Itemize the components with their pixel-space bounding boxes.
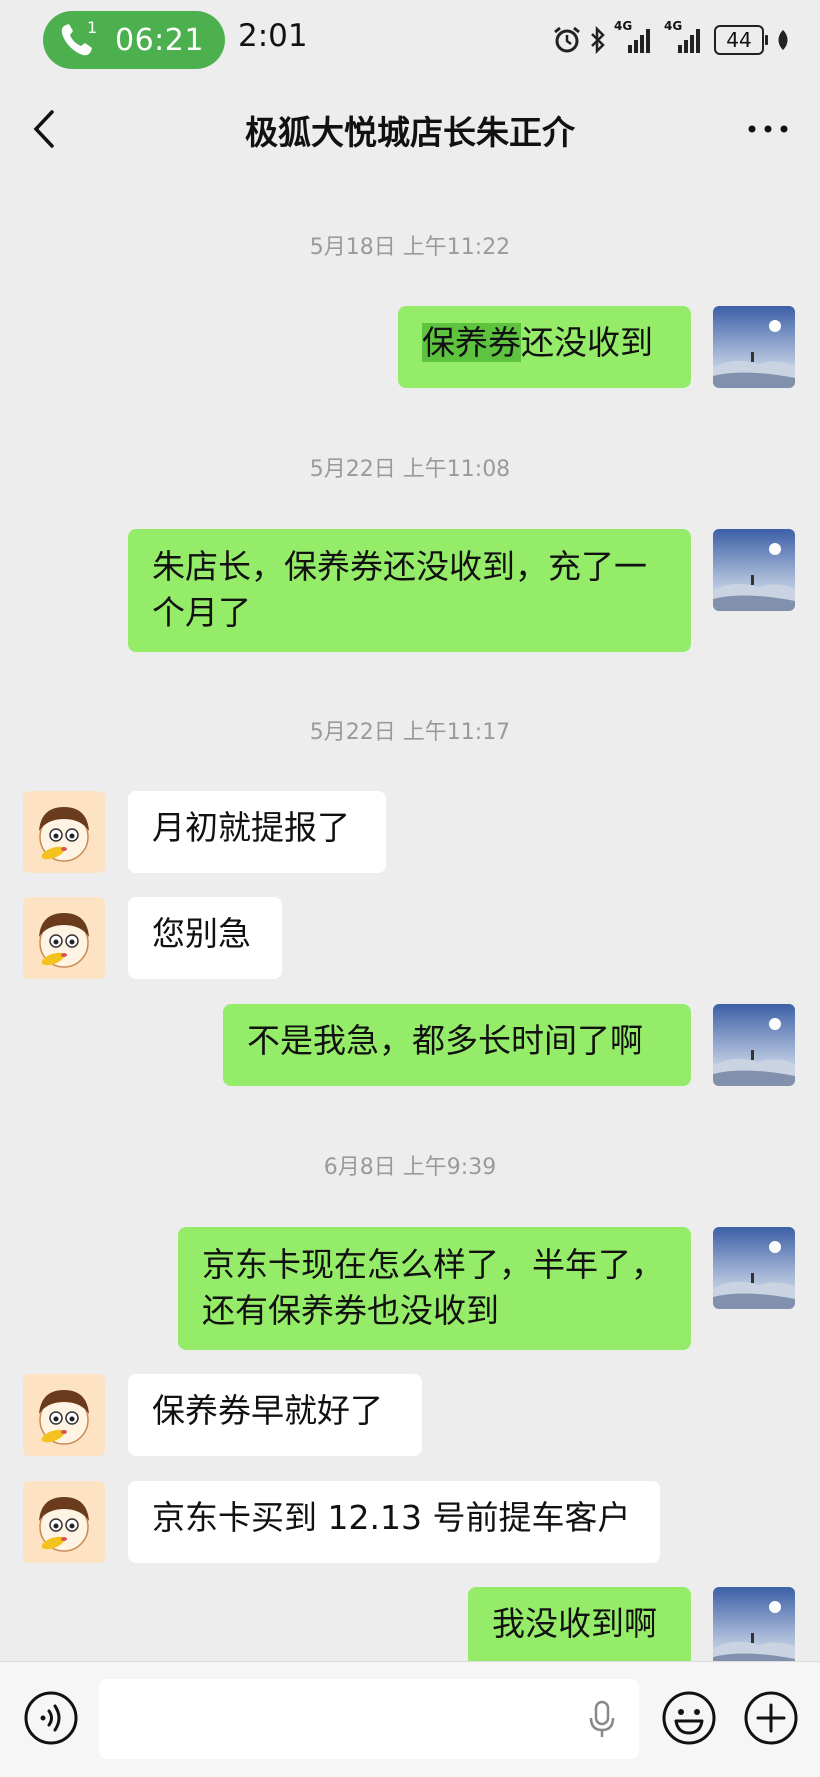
more-options-button[interactable] — [746, 118, 790, 140]
message-timestamp: 5月18日 上午11:22 — [309, 235, 511, 260]
contact-avatar[interactable] — [23, 791, 105, 873]
highlighted-text: 保养券 — [422, 323, 521, 362]
sent-message-bubble[interactable]: 京东卡现在怎么样了，半年了， 还有保养券也没收到 — [178, 1227, 691, 1350]
sent-message-bubble[interactable]: 朱店长，保养券还没收到，充了一 个月了 — [128, 529, 691, 652]
my-avatar[interactable] — [713, 1587, 795, 1669]
plus-icon — [744, 1691, 798, 1745]
my-avatar[interactable] — [713, 1227, 795, 1309]
phone-call-icon: 1 — [57, 18, 98, 60]
signal-icon-1: 4G — [614, 19, 658, 55]
sent-message-bubble[interactable]: 我没收到啊 — [468, 1587, 691, 1669]
sent-message-bubble[interactable]: 不是我急，都多长时间了啊 — [223, 1004, 691, 1086]
emoji-button[interactable] — [661, 1690, 717, 1746]
call-timer: 06:21 — [115, 22, 204, 58]
received-message-bubble[interactable]: 您别急 — [128, 897, 282, 979]
leaf-icon — [776, 28, 790, 52]
contact-avatar[interactable] — [23, 897, 105, 979]
my-avatar[interactable] — [713, 306, 795, 388]
message-timestamp: 5月22日 上午11:08 — [309, 457, 511, 482]
more-actions-button[interactable] — [743, 1690, 799, 1746]
message-timestamp: 5月22日 上午11:17 — [309, 720, 511, 745]
my-avatar[interactable] — [713, 1004, 795, 1086]
contact-avatar[interactable] — [23, 1374, 105, 1456]
contact-avatar[interactable] — [23, 1481, 105, 1563]
bluetooth-icon — [588, 25, 608, 55]
call-count-badge: 1 — [87, 18, 98, 37]
chat-title: 极狐大悦城店长朱正介 — [245, 113, 575, 152]
status-clock: 2:01 — [238, 18, 308, 54]
voice-icon — [24, 1691, 78, 1745]
ongoing-call-pill[interactable]: 1 06:21 — [43, 11, 225, 69]
more-dots-icon — [748, 125, 788, 133]
alarm-icon — [552, 25, 582, 55]
sent-message-bubble[interactable]: 保养券还没收到 — [398, 306, 691, 388]
my-avatar[interactable] — [713, 529, 795, 611]
message-input[interactable] — [99, 1679, 639, 1759]
status-icons: 4G 4G 44 — [552, 19, 790, 60]
microphone-icon[interactable] — [587, 1700, 617, 1740]
voice-input-button[interactable] — [23, 1690, 79, 1746]
message-timestamp: 6月8日 上午9:39 — [323, 1155, 497, 1180]
signal-icon-2: 4G — [664, 19, 708, 55]
received-message-bubble[interactable]: 月初就提报了 — [128, 791, 386, 873]
received-message-bubble[interactable]: 保养券早就好了 — [128, 1374, 422, 1456]
received-message-bubble[interactable]: 京东卡买到 12.13 号前提车客户 — [128, 1481, 660, 1563]
smiley-icon — [662, 1691, 716, 1745]
battery-indicator: 44 — [714, 25, 768, 55]
